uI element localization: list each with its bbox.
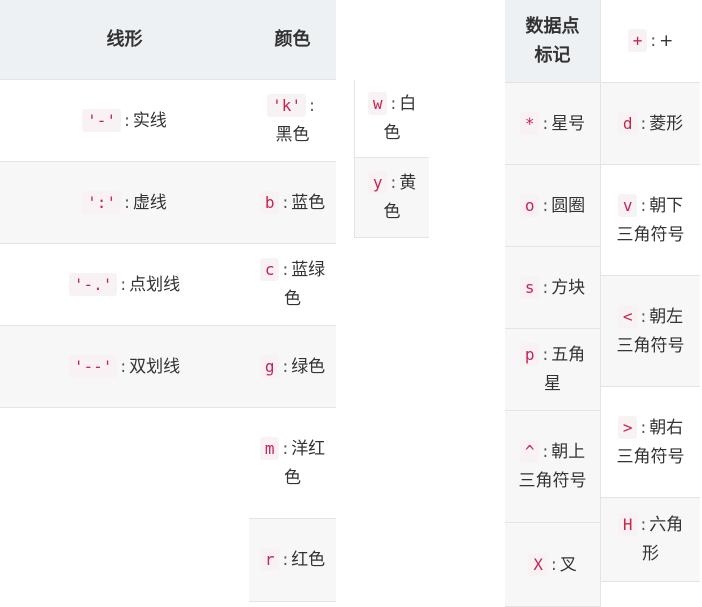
marker-label: 星号 (551, 113, 586, 134)
marker-row: s: 方块 (505, 247, 600, 329)
marker-row: ^: 朝上三角符号 (505, 411, 600, 523)
color-label: 绿色 (291, 356, 326, 377)
extra-color-row: y: 黄色 (355, 158, 429, 238)
header-marker: 数据点标记 (505, 0, 600, 83)
color-code: w (367, 92, 388, 115)
marker-row: o: 圆圈 (505, 165, 600, 247)
marker-code: X (528, 552, 548, 576)
marker-code: ^ (519, 440, 540, 463)
color-row: m: 洋红色 (249, 408, 336, 519)
marker-label: 方块 (551, 277, 586, 298)
marker-code: * (519, 111, 540, 135)
marker-label: 五角星 (544, 345, 586, 394)
line-style-row: '-.': 点划线 (0, 244, 249, 326)
marker-row: X:叉 (505, 523, 600, 607)
color-row: b: 蓝色 (249, 162, 336, 244)
line-style-row: '-': 实线 (0, 80, 249, 162)
marker-row: p: 五角星 (505, 329, 600, 411)
color-label: 蓝绿色 (284, 260, 326, 309)
line-style-label: 虚线 (132, 192, 167, 213)
extra-color-row: w: 白色 (355, 80, 429, 158)
marker-row: +: + (601, 0, 700, 83)
line-style-code: '--' (68, 354, 118, 378)
marker-row: H: 六角形 (601, 498, 700, 582)
marker-code: < (617, 304, 638, 328)
line-style-code: '-.' (68, 272, 118, 296)
color-code: r (259, 548, 280, 571)
color-code: m (259, 436, 280, 460)
marker-row: d: 菱形 (601, 83, 700, 165)
color-label: 洋红色 (284, 438, 326, 488)
color-code: g (259, 354, 280, 378)
line-style-label: 实线 (132, 110, 167, 131)
color-code: 'k' (267, 94, 307, 117)
marker-code: H (617, 513, 638, 536)
marker-code: s (519, 275, 540, 299)
color-label: 蓝色 (291, 192, 326, 213)
marker-code: + (627, 29, 648, 52)
marker-row: <: 朝左三角符号 (601, 276, 700, 387)
marker-row: >: 朝右三角符号 (601, 387, 700, 498)
header-color-text: 颜色 (274, 29, 311, 50)
marker-code: o (519, 193, 540, 217)
marker-code: d (617, 111, 638, 135)
color-row: c: 蓝绿色 (249, 244, 336, 326)
line-style-label: 双划线 (129, 356, 181, 377)
header-marker-text: 数据点标记 (525, 16, 580, 66)
header-line-style-text: 线形 (106, 29, 143, 50)
line-style-label: 点划线 (129, 274, 181, 295)
line-style-code: ':' (82, 190, 122, 214)
line-style-code: '-' (82, 108, 122, 132)
marker-code: v (617, 193, 638, 217)
marker-label: + (659, 31, 674, 51)
color-label: 黑色 (275, 125, 310, 145)
header-line-style: 线形 (0, 0, 249, 80)
marker-label: 六角形 (642, 515, 684, 564)
line-style-row: '--': 双划线 (0, 326, 249, 408)
marker-row: *: 星号 (505, 83, 600, 165)
header-color: 颜色 (249, 0, 336, 80)
color-row: 'k':黑色 (249, 80, 336, 162)
color-code: b (259, 190, 280, 214)
color-code: c (259, 258, 280, 281)
marker-label: 菱形 (649, 113, 684, 134)
color-code: y (367, 171, 388, 194)
marker-code: p (519, 343, 540, 366)
color-row: r: 红色 (249, 519, 336, 602)
color-row: g: 绿色 (249, 326, 336, 408)
line-style-row: ':': 虚线 (0, 162, 249, 244)
color-label: 红色 (291, 550, 326, 570)
marker-label: 叉 (559, 554, 577, 575)
marker-code: > (617, 415, 638, 439)
marker-label: 圆圈 (551, 195, 586, 216)
marker-row: v: 朝下三角符号 (601, 165, 700, 276)
